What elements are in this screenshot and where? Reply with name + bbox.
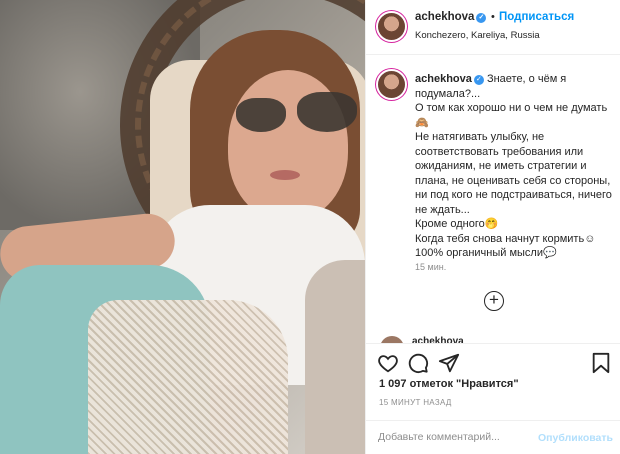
comment-username[interactable]: achekhova [412,336,464,343]
post-side-panel: achekhova ✓ • Подписаться Konchezero, Kar… [365,0,620,454]
comment-bar: Опубликовать [366,420,620,454]
photo-sunglasses-left [236,98,286,132]
comment-icon[interactable] [407,352,429,374]
caption-text: Когда тебя снова начнут кормить☺ [415,232,596,245]
post-photo[interactable] [0,0,365,454]
avatar[interactable] [378,13,405,40]
share-icon[interactable] [438,352,460,374]
caption-text: О том как хорошо ни о чем не думать🙈 [415,102,608,129]
caption-text: 100% органичный мысли💬 [415,247,557,259]
photo-sunglasses-right [297,92,357,132]
bookmark-icon[interactable] [590,352,612,374]
caption-avatar[interactable] [378,71,405,98]
heart-icon[interactable] [377,352,399,374]
caption-text: Не натягивать улыбку, не соответствовать… [415,131,612,216]
caption-time: 15 мин. [415,262,447,272]
verified-icon: ✓ [476,13,487,23]
header-username-link[interactable]: achekhova ✓ [415,11,487,23]
plus-circle-icon[interactable]: + [484,291,504,311]
post-header: achekhova ✓ • Подписаться Konchezero, Kar… [366,0,620,55]
photo-edge [305,260,365,454]
likes-count[interactable]: 1 097 отметок "Нравится" [379,378,519,390]
follow-button[interactable]: Подписаться [499,11,574,23]
post-comment-button[interactable]: Опубликовать [538,432,613,444]
post-timestamp[interactable]: 15 МИНУТ НАЗАД [379,398,452,407]
action-bar [366,343,620,377]
photo-knit-blanket [88,300,288,454]
separator-dot: • [491,11,495,23]
caption-text: Кроме одного🤭 [415,218,499,230]
post-caption: achekhova ✓ Знаете, о чём я подумала?... … [415,72,615,261]
location-link[interactable]: Konchezero, Kareliya, Russia [415,30,540,41]
avatar[interactable] [380,336,404,343]
comment-input[interactable] [378,431,533,443]
verified-icon: ✓ [473,75,484,85]
username[interactable]: achekhova [415,11,474,23]
caption-username[interactable]: achekhova [415,73,472,85]
caption-line-1: achekhova ✓ Знаете, о чём я подумала?... [415,72,615,101]
photo-lips [270,170,300,180]
partial-comment: achekhova [380,333,580,343]
